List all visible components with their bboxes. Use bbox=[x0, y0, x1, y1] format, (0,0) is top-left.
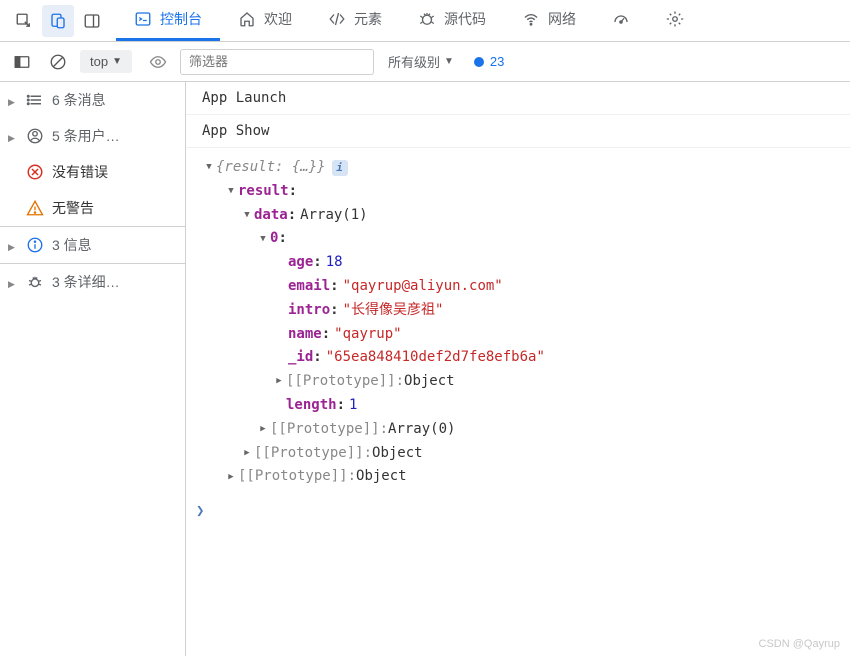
expand-icon[interactable] bbox=[240, 446, 254, 461]
expand-icon[interactable] bbox=[256, 422, 270, 437]
device-toggle-icon[interactable] bbox=[42, 5, 74, 37]
sidebar-item-verbose[interactable]: 3 条详细… bbox=[0, 264, 185, 300]
expand-icon[interactable] bbox=[224, 470, 238, 485]
tree-row[interactable]: email: "qayrup@aliyun.com" bbox=[202, 275, 834, 299]
message-dot-icon bbox=[474, 57, 484, 67]
tree-row[interactable]: intro: "长得像吴彦祖" bbox=[202, 299, 834, 323]
tab-performance[interactable] bbox=[594, 0, 648, 41]
info-badge-icon[interactable]: i bbox=[332, 160, 348, 176]
log-level-selector[interactable]: 所有级别 ▼ bbox=[382, 52, 460, 71]
tree-row[interactable]: 0: bbox=[202, 227, 834, 251]
sidebar-label: 无警告 bbox=[52, 198, 94, 218]
console-output: App Launch App Show {result: {…}} i resu… bbox=[186, 82, 850, 656]
chevron-down-icon: ▼ bbox=[112, 56, 122, 67]
error-icon bbox=[26, 163, 44, 181]
collapse-icon[interactable] bbox=[224, 184, 238, 199]
log-line[interactable]: App Launch bbox=[186, 82, 850, 115]
context-selector[interactable]: top ▼ bbox=[80, 50, 132, 73]
tree-row[interactable]: data: Array(1) bbox=[202, 204, 834, 228]
tab-network[interactable]: 网络 bbox=[504, 0, 594, 41]
warning-icon bbox=[26, 199, 44, 217]
tab-label: 网络 bbox=[548, 9, 576, 29]
tree-row[interactable]: name: "qayrup" bbox=[202, 323, 834, 347]
tree-row[interactable]: _id: "65ea848410def2d7fe8efb6a" bbox=[202, 346, 834, 370]
elements-icon bbox=[328, 10, 346, 28]
sidebar-item-errors[interactable]: 没有错误 bbox=[0, 154, 185, 190]
gauge-icon bbox=[612, 10, 630, 28]
filter-bar: top ▼ 所有级别 ▼ 23 bbox=[0, 42, 850, 82]
tree-row-prototype[interactable]: [[Prototype]]: Object bbox=[202, 370, 834, 394]
sidebar-item-info[interactable]: 3 信息 bbox=[0, 227, 185, 264]
console-icon bbox=[134, 10, 152, 28]
dock-icon[interactable] bbox=[76, 5, 108, 37]
tab-label: 欢迎 bbox=[264, 9, 292, 29]
watermark: CSDN @Qayrup bbox=[759, 638, 840, 650]
expand-icon bbox=[8, 129, 18, 144]
bug-icon bbox=[26, 273, 44, 291]
filter-input[interactable] bbox=[180, 49, 374, 75]
tab-label: 元素 bbox=[354, 9, 382, 29]
tab-label: 控制台 bbox=[160, 9, 202, 29]
issues-badge[interactable]: 23 bbox=[468, 54, 510, 69]
tree-row-summary[interactable]: {result: {…}} i bbox=[202, 156, 834, 180]
wifi-icon bbox=[522, 10, 540, 28]
sidebar-item-user[interactable]: 5 条用户… bbox=[0, 118, 185, 154]
sidebar: 6 条消息 5 条用户… 没有错误 无警告 3 信息 3 条详细… bbox=[0, 82, 186, 656]
user-icon bbox=[26, 127, 44, 145]
sidebar-toggle-icon[interactable] bbox=[8, 48, 36, 76]
tab-overflow[interactable] bbox=[648, 0, 702, 41]
live-expression-icon[interactable] bbox=[144, 48, 172, 76]
tree-row[interactable]: length: 1 bbox=[202, 394, 834, 418]
expand-icon[interactable] bbox=[272, 374, 286, 389]
sidebar-label: 3 条详细… bbox=[52, 272, 120, 292]
info-icon bbox=[26, 236, 44, 254]
top-bar: 控制台 欢迎 元素 源代码 网络 bbox=[0, 0, 850, 42]
tree-row-prototype[interactable]: [[Prototype]]: Object bbox=[202, 442, 834, 466]
sidebar-label: 没有错误 bbox=[52, 162, 108, 182]
tab-welcome[interactable]: 欢迎 bbox=[220, 0, 310, 41]
tree-row[interactable]: result: bbox=[202, 180, 834, 204]
expand-icon bbox=[8, 238, 18, 253]
clear-console-icon[interactable] bbox=[44, 48, 72, 76]
tab-elements[interactable]: 元素 bbox=[310, 0, 400, 41]
level-label: 所有级别 bbox=[388, 52, 440, 71]
gear-icon bbox=[666, 10, 684, 28]
home-icon bbox=[238, 10, 256, 28]
object-summary: {result: {…}} bbox=[216, 156, 326, 180]
sidebar-label: 5 条用户… bbox=[52, 126, 120, 146]
sidebar-label: 6 条消息 bbox=[52, 90, 106, 110]
tree-row-prototype[interactable]: [[Prototype]]: Array(0) bbox=[202, 418, 834, 442]
context-label: top bbox=[90, 54, 108, 69]
tab-sources[interactable]: 源代码 bbox=[400, 0, 504, 41]
collapse-icon[interactable] bbox=[256, 232, 270, 247]
tree-row[interactable]: age: 18 bbox=[202, 251, 834, 275]
sidebar-label: 3 信息 bbox=[52, 235, 92, 255]
object-tree: {result: {…}} i result: data: Array(1) 0… bbox=[186, 148, 850, 497]
sidebar-item-messages[interactable]: 6 条消息 bbox=[0, 82, 185, 118]
tree-row-prototype[interactable]: [[Prototype]]: Object bbox=[202, 465, 834, 489]
expand-icon bbox=[8, 93, 18, 108]
tab-label: 源代码 bbox=[444, 9, 486, 29]
expand-icon bbox=[8, 275, 18, 290]
collapse-icon[interactable] bbox=[202, 160, 216, 175]
chevron-down-icon: ▼ bbox=[444, 56, 454, 67]
list-icon bbox=[26, 91, 44, 109]
collapse-icon[interactable] bbox=[240, 208, 254, 223]
inspect-icon[interactable] bbox=[8, 5, 40, 37]
sidebar-item-warnings[interactable]: 无警告 bbox=[0, 190, 185, 227]
bug-icon bbox=[418, 10, 436, 28]
log-line[interactable]: App Show bbox=[186, 115, 850, 148]
console-prompt[interactable]: ❯ bbox=[186, 497, 850, 525]
tab-console[interactable]: 控制台 bbox=[116, 0, 220, 41]
issues-count: 23 bbox=[490, 54, 504, 69]
